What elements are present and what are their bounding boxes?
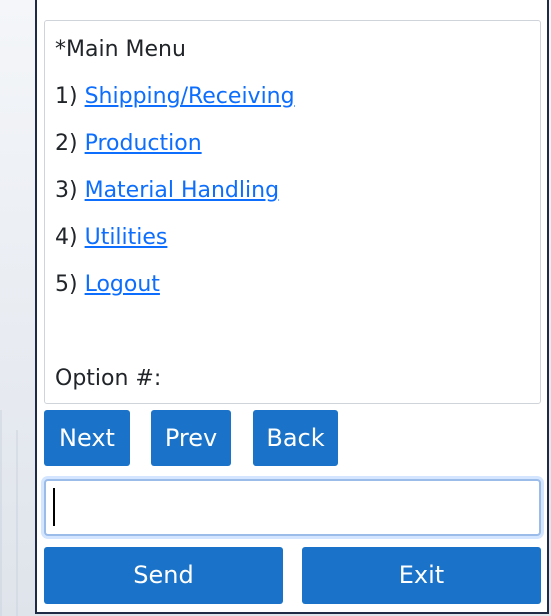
option-prompt: Option #: [55,366,162,391]
back-button[interactable]: Back [253,410,338,466]
exit-button[interactable]: Exit [302,547,541,604]
menu-item-production: 2) Production [55,129,540,176]
menu-item-logout: 5) Logout [55,270,540,317]
menu-item-utilities: 4) Utilities [55,223,540,270]
menu-link-material-handling[interactable]: Material Handling [85,178,279,203]
menu-link-logout[interactable]: Logout [85,272,160,297]
menu-title: *Main Menu [55,37,186,62]
option-input[interactable] [44,479,541,536]
menu-item-number: 4) [55,225,78,250]
menu-item-shipping-receiving: 1) Shipping/Receiving [55,82,540,129]
menu-item-number: 5) [55,272,78,297]
menu-item-number: 2) [55,131,78,156]
send-button[interactable]: Send [44,547,283,604]
menu-item-number: 3) [55,178,78,203]
menu-item-number: 1) [55,84,78,109]
menu-display: *Main Menu 1) Shipping/Receiving 2) Prod… [44,20,541,404]
text-cursor [53,488,55,526]
menu-link-shipping-receiving[interactable]: Shipping/Receiving [85,84,295,109]
menu-spacer [55,317,540,364]
next-button[interactable]: Next [44,410,130,466]
menu-link-production[interactable]: Production [85,131,202,156]
prev-button[interactable]: Prev [151,410,231,466]
menu-item-material-handling: 3) Material Handling [55,176,540,223]
menu-link-utilities[interactable]: Utilities [85,225,168,250]
